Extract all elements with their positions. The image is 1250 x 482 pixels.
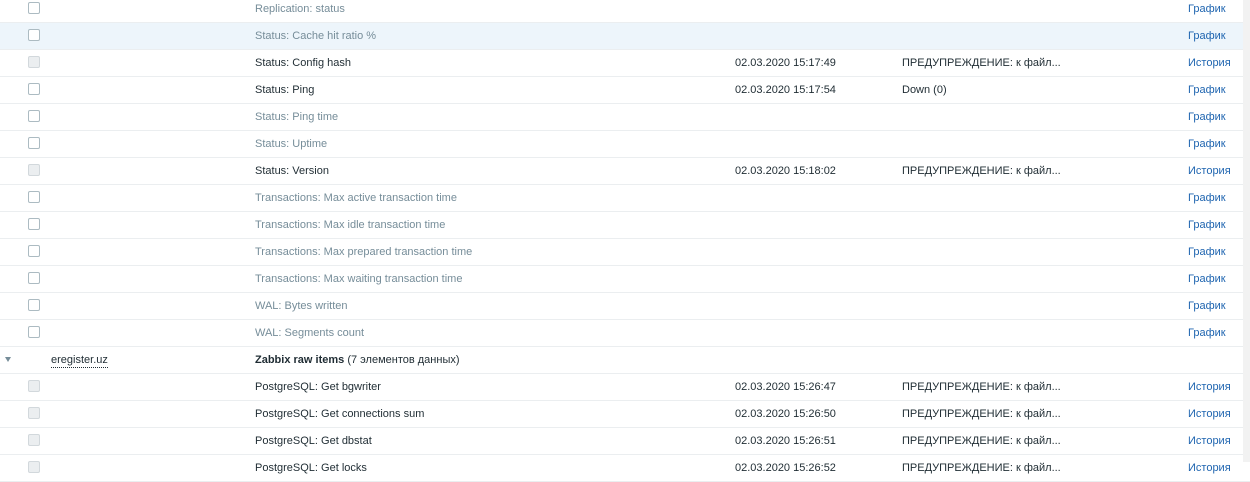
item-name: Status: Ping <box>255 84 315 96</box>
last-check-time: 02.03.2020 15:17:54 <box>735 84 836 96</box>
item-info: ПРЕДУПРЕЖДЕНИЕ: к файл... <box>902 165 1061 177</box>
item-row: Status: Config hash 02.03.2020 15:17:49 ПР… <box>0 50 1250 77</box>
item-name: Transactions: Max prepared transaction t… <box>255 246 473 258</box>
history-link[interactable]: История <box>1188 455 1231 481</box>
item-name: Status: Uptime <box>255 138 328 150</box>
history-link[interactable]: История <box>1188 158 1231 184</box>
item-row: PostgreSQL: Get dbstat 02.03.2020 15:26:5… <box>0 428 1250 455</box>
item-checkbox[interactable] <box>28 29 40 41</box>
item-name: Status: Cache hit ratio % <box>255 30 377 42</box>
history-link[interactable]: История <box>1188 50 1231 76</box>
item-row: Status: Cache hit ratio % График <box>0 23 1250 50</box>
last-check-time: 02.03.2020 15:26:52 <box>735 462 836 474</box>
item-checkbox[interactable] <box>28 137 40 149</box>
item-checkbox <box>28 461 40 473</box>
graph-link[interactable]: График <box>1188 320 1226 346</box>
graph-link[interactable]: График <box>1188 77 1226 103</box>
item-row: PostgreSQL: Get connections sum 02.03.202… <box>0 401 1250 428</box>
item-row: Transactions: Max prepared transaction t… <box>0 239 1250 266</box>
application-title: Zabbix raw items <box>255 354 345 366</box>
item-row: Replication: status График <box>0 0 1250 23</box>
graph-link[interactable]: График <box>1188 131 1226 157</box>
item-row: PostgreSQL: Get bgwriter 02.03.2020 15:26… <box>0 374 1250 401</box>
graph-link[interactable]: График <box>1188 212 1226 238</box>
item-row: Transactions: Max waiting transaction ti… <box>0 266 1250 293</box>
graph-link[interactable]: График <box>1188 239 1226 265</box>
item-name: PostgreSQL: Get connections sum <box>255 408 425 420</box>
item-name: Transactions: Max active transaction tim… <box>255 192 457 204</box>
item-row: Status: Ping time График <box>0 104 1250 131</box>
item-checkbox[interactable] <box>28 191 40 203</box>
item-row: Status: Uptime График <box>0 131 1250 158</box>
item-row: Transactions: Max idle transaction time Г… <box>0 212 1250 239</box>
item-row: Status: Version 02.03.2020 15:18:02 ПРЕДУП… <box>0 158 1250 185</box>
last-check-time: 02.03.2020 15:26:47 <box>735 381 836 393</box>
history-link[interactable]: История <box>1188 401 1231 427</box>
item-name: PostgreSQL: Get locks <box>255 462 367 474</box>
item-checkbox[interactable] <box>28 245 40 257</box>
vertical-scrollbar[interactable] <box>1243 0 1250 462</box>
item-checkbox[interactable] <box>28 218 40 230</box>
item-name: Status: Ping time <box>255 111 339 123</box>
item-name: Status: Config hash <box>255 57 352 69</box>
item-row: Transactions: Max active transaction tim… <box>0 185 1250 212</box>
item-checkbox[interactable] <box>28 110 40 122</box>
item-info: ПРЕДУПРЕЖДЕНИЕ: к файл... <box>902 435 1061 447</box>
graph-link[interactable]: График <box>1188 293 1226 319</box>
application-group-row: eregister.uz Zabbix raw items (7 элементо… <box>0 347 1250 374</box>
item-checkbox <box>28 407 40 419</box>
history-link[interactable]: История <box>1188 374 1231 400</box>
item-info: ПРЕДУПРЕЖДЕНИЕ: к файл... <box>902 381 1061 393</box>
item-name: Status: Version <box>255 165 329 177</box>
item-name: Transactions: Max idle transaction time <box>255 219 446 231</box>
last-check-time: 02.03.2020 15:26:51 <box>735 435 836 447</box>
last-check-time: 02.03.2020 15:18:02 <box>735 165 836 177</box>
item-name: WAL: Bytes written <box>255 300 348 312</box>
item-checkbox[interactable] <box>28 299 40 311</box>
item-name: Transactions: Max waiting transaction ti… <box>255 273 463 285</box>
graph-link[interactable]: График <box>1188 104 1226 130</box>
item-checkbox <box>28 380 40 392</box>
item-checkbox[interactable] <box>28 2 40 14</box>
graph-link[interactable]: График <box>1188 0 1226 22</box>
item-checkbox <box>28 56 40 68</box>
item-checkbox[interactable] <box>28 272 40 284</box>
last-check-time: 02.03.2020 15:26:50 <box>735 408 836 420</box>
latest-data-table: Replication: status График Status: Cache h… <box>0 0 1250 482</box>
host-link[interactable]: eregister.uz <box>51 353 108 368</box>
item-name: PostgreSQL: Get dbstat <box>255 435 372 447</box>
last-check-time: 02.03.2020 15:17:49 <box>735 57 836 69</box>
item-row: WAL: Bytes written График <box>0 293 1250 320</box>
item-name: WAL: Segments count <box>255 327 365 339</box>
item-row: WAL: Segments count График <box>0 320 1250 347</box>
application-name: Zabbix raw items (7 элементов данных) <box>255 347 460 373</box>
collapse-arrow-icon[interactable] <box>5 357 11 362</box>
graph-link[interactable]: График <box>1188 185 1226 211</box>
item-info: ПРЕДУПРЕЖДЕНИЕ: к файл... <box>902 57 1061 69</box>
item-name: Replication: status <box>255 3 345 15</box>
item-info: ПРЕДУПРЕЖДЕНИЕ: к файл... <box>902 408 1061 420</box>
graph-link[interactable]: График <box>1188 266 1226 292</box>
graph-link[interactable]: График <box>1188 23 1226 49</box>
item-checkbox[interactable] <box>28 326 40 338</box>
item-row: PostgreSQL: Get locks 02.03.2020 15:26:52… <box>0 455 1250 482</box>
history-link[interactable]: История <box>1188 428 1231 454</box>
item-info: ПРЕДУПРЕЖДЕНИЕ: к файл... <box>902 462 1061 474</box>
item-count: (7 элементов данных) <box>347 354 460 366</box>
item-checkbox <box>28 164 40 176</box>
item-checkbox <box>28 434 40 446</box>
item-info: Down (0) <box>902 84 947 96</box>
item-checkbox[interactable] <box>28 83 40 95</box>
item-row: Status: Ping 02.03.2020 15:17:54 Down (0) Г… <box>0 77 1250 104</box>
item-name: PostgreSQL: Get bgwriter <box>255 381 381 393</box>
